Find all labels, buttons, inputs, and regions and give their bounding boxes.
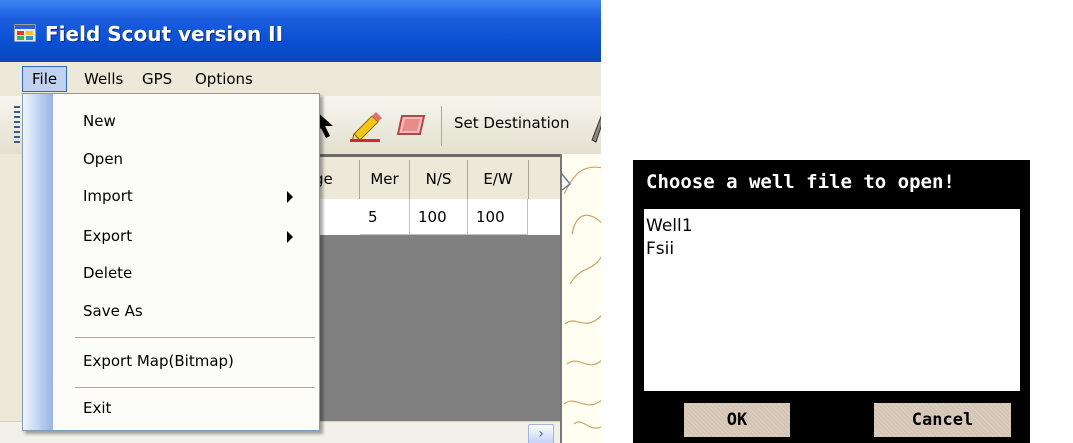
column-header-mer[interactable]: Mer <box>360 160 410 199</box>
menu-item-save-as[interactable]: Save As <box>83 296 143 326</box>
open-well-dialog: Choose a well file to open! Well1 Fsii O… <box>633 160 1030 443</box>
menu-item-import[interactable]: Import <box>83 181 133 211</box>
file-menu-dropdown: New Open Import Export Delete Save As Ex… <box>22 93 320 431</box>
menu-file[interactable]: File <box>22 66 68 92</box>
window-title: Field Scout version II <box>45 22 284 46</box>
map-view[interactable] <box>560 154 601 443</box>
pen-icon[interactable] <box>588 110 601 144</box>
well-file-list[interactable]: Well1 Fsii <box>644 209 1020 391</box>
ok-button[interactable]: OK <box>684 403 790 437</box>
column-header-ew[interactable]: E/W <box>468 160 529 199</box>
menu-icon-strip <box>23 94 53 430</box>
toolbar-separator <box>441 106 442 146</box>
menu-item-delete[interactable]: Delete <box>83 258 132 288</box>
submenu-arrow-icon <box>287 231 293 243</box>
cancel-button[interactable]: Cancel <box>874 403 1011 437</box>
column-header-ns[interactable]: N/S <box>410 160 468 199</box>
cell-ew[interactable]: 100 <box>468 199 528 235</box>
menu-separator <box>75 387 315 388</box>
menu-item-open[interactable]: Open <box>83 144 123 174</box>
scroll-right-icon[interactable]: › <box>528 424 554 443</box>
list-item[interactable]: Well1 <box>646 214 693 238</box>
map-contours <box>561 166 601 429</box>
pencil-icon[interactable] <box>348 108 382 142</box>
eraser-icon[interactable] <box>396 114 426 136</box>
menu-separator <box>75 337 315 338</box>
list-item[interactable]: Fsii <box>646 237 674 261</box>
menu-bar: File Wells GPS Options <box>0 62 601 96</box>
dialog-title: Choose a well file to open! <box>646 171 955 193</box>
menu-item-new[interactable]: New <box>83 106 116 136</box>
cell-ns[interactable]: 100 <box>410 199 468 235</box>
menu-gps[interactable]: GPS <box>133 67 181 91</box>
field-scout-window: Field Scout version II File Wells GPS Op… <box>0 0 601 443</box>
set-destination-button[interactable]: Set Destination <box>454 114 569 132</box>
menu-wells[interactable]: Wells <box>75 67 132 91</box>
menu-item-export[interactable]: Export <box>83 221 132 251</box>
menu-item-export-map[interactable]: Export Map(Bitmap) <box>83 346 234 376</box>
menu-item-exit[interactable]: Exit <box>83 393 111 423</box>
app-icon <box>14 24 36 42</box>
title-bar[interactable]: Field Scout version II <box>0 0 601 62</box>
toolbar-grip[interactable] <box>14 106 20 144</box>
cell-mer[interactable]: 5 <box>360 199 410 235</box>
menu-options[interactable]: Options <box>186 67 262 91</box>
submenu-arrow-icon <box>287 191 293 203</box>
